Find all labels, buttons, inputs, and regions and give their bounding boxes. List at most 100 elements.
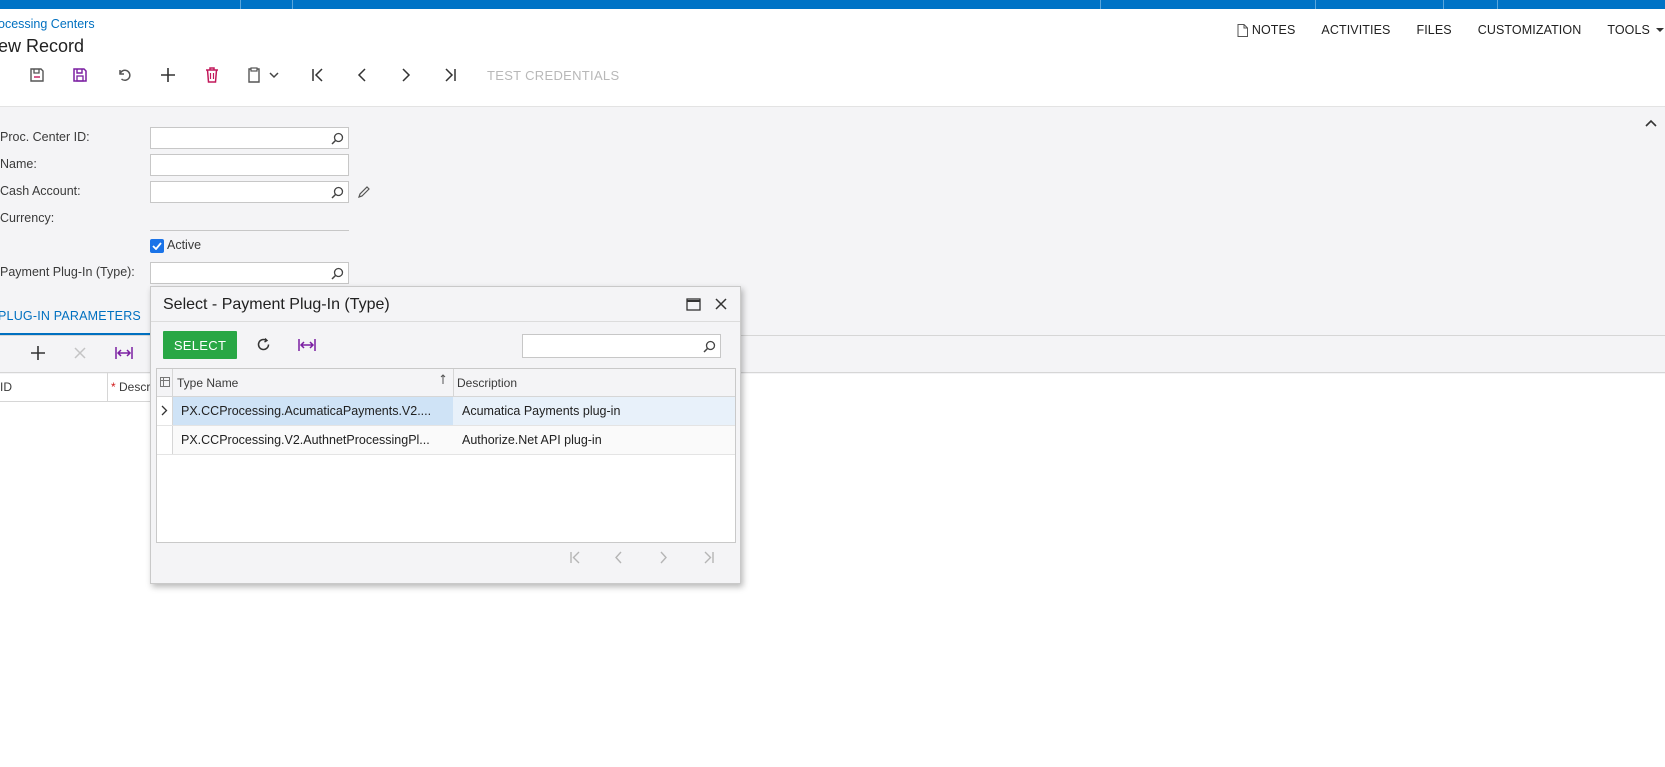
next-record-button[interactable] bbox=[393, 62, 419, 88]
test-credentials-button[interactable]: TEST CREDENTIALS bbox=[487, 68, 619, 83]
fit-width-icon bbox=[115, 347, 133, 359]
search-icon[interactable] bbox=[331, 132, 344, 145]
dialog-header-divider bbox=[151, 321, 740, 322]
column-divider bbox=[107, 373, 108, 402]
column-header-description-label: Descri bbox=[119, 380, 154, 394]
nav-separator bbox=[292, 0, 293, 9]
chevron-down-icon bbox=[269, 71, 279, 78]
copy-paste-button[interactable] bbox=[243, 62, 283, 88]
pager-previous-button[interactable] bbox=[614, 551, 623, 567]
add-record-button[interactable] bbox=[155, 62, 181, 88]
last-record-button[interactable] bbox=[437, 62, 463, 88]
row-description[interactable]: Authorize.Net API plug-in bbox=[453, 426, 735, 454]
plus-icon bbox=[31, 346, 45, 360]
active-label[interactable]: Active bbox=[167, 238, 201, 252]
column-divider bbox=[453, 369, 454, 397]
row-selector[interactable] bbox=[157, 397, 173, 425]
chevron-up-icon bbox=[1645, 119, 1657, 127]
row-selector[interactable] bbox=[157, 426, 173, 454]
search-icon[interactable] bbox=[331, 267, 344, 280]
chevron-right-icon bbox=[161, 405, 168, 416]
chevron-right-icon bbox=[402, 68, 411, 82]
column-header-description[interactable]: Description bbox=[457, 376, 517, 390]
chevron-left-icon bbox=[615, 551, 622, 564]
refresh-grid-button[interactable] bbox=[0, 345, 2, 364]
first-icon bbox=[312, 68, 323, 82]
select-button[interactable]: SELECT bbox=[163, 331, 237, 359]
cash-account-label: Cash Account: bbox=[0, 184, 81, 198]
active-checkbox[interactable] bbox=[150, 239, 164, 253]
required-asterisk: * bbox=[111, 380, 116, 394]
table-row[interactable]: PX.CCProcessing.V2.AuthnetProcessingPl..… bbox=[157, 426, 735, 455]
cancel-button[interactable] bbox=[111, 62, 137, 88]
main-toolbar: TEST CREDENTIALS bbox=[0, 62, 700, 88]
pencil-icon[interactable] bbox=[357, 185, 371, 199]
previous-record-button[interactable] bbox=[349, 62, 375, 88]
column-header-id[interactable]: ID bbox=[0, 380, 12, 394]
maximize-button[interactable] bbox=[686, 298, 701, 314]
column-settings-button[interactable] bbox=[157, 369, 173, 397]
table-row[interactable]: PX.CCProcessing.AcumaticaPayments.V2....… bbox=[157, 397, 735, 426]
activities-label: ACTIVITIES bbox=[1321, 23, 1391, 37]
chevron-left-icon bbox=[357, 68, 366, 82]
grid-header-row: Type Name Description bbox=[157, 369, 735, 397]
activities-button[interactable]: ACTIVITIES bbox=[1308, 21, 1403, 39]
nav-separator bbox=[1443, 0, 1444, 9]
save-close-icon bbox=[30, 68, 44, 82]
sort-ascending-icon bbox=[440, 374, 446, 384]
breadcrumb[interactable]: ocessing Centers bbox=[0, 17, 95, 31]
proc-center-id-label: Proc. Center ID: bbox=[0, 130, 90, 144]
refresh-button[interactable] bbox=[256, 337, 271, 355]
row-type-name[interactable]: PX.CCProcessing.AcumaticaPayments.V2.... bbox=[173, 397, 453, 425]
dialog-search-input[interactable] bbox=[522, 334, 721, 358]
currency-label: Currency: bbox=[0, 211, 55, 225]
cash-account-field[interactable] bbox=[150, 181, 349, 203]
refresh-icon bbox=[257, 338, 270, 351]
nav-separator bbox=[240, 0, 241, 9]
row-type-name[interactable]: PX.CCProcessing.V2.AuthnetProcessingPl..… bbox=[173, 426, 453, 454]
last-page-icon bbox=[704, 551, 714, 564]
grid-header: ID * Descri bbox=[0, 373, 160, 402]
collapse-button[interactable] bbox=[1645, 115, 1657, 130]
search-icon[interactable] bbox=[703, 340, 716, 353]
nav-separator bbox=[1100, 0, 1101, 9]
column-settings-icon bbox=[160, 377, 170, 387]
column-header-description[interactable]: * Descri bbox=[111, 380, 153, 394]
save-and-close-button[interactable] bbox=[24, 62, 50, 88]
fit-columns-button[interactable] bbox=[298, 338, 316, 355]
tab-plugin-parameters[interactable]: PLUG-IN PARAMETERS bbox=[0, 309, 141, 323]
top-menu: NOTES ACTIVITIES FILES CUSTOMIZATION TOO… bbox=[1224, 21, 1665, 39]
column-header-type-name[interactable]: Type Name bbox=[177, 376, 238, 390]
plugin-type-grid: Type Name Description PX.CCProcessing.Ac… bbox=[156, 368, 736, 543]
payment-plugin-type-field[interactable] bbox=[150, 262, 349, 284]
checkmark-icon bbox=[152, 242, 162, 250]
fit-columns-button[interactable] bbox=[115, 345, 133, 364]
plus-icon bbox=[161, 68, 175, 82]
notes-label: NOTES bbox=[1251, 23, 1296, 37]
tools-button[interactable]: TOOLS bbox=[1594, 21, 1665, 39]
nav-separator bbox=[1315, 0, 1316, 9]
customization-button[interactable]: CUSTOMIZATION bbox=[1465, 21, 1595, 39]
payment-plugin-type-label: Payment Plug-In (Type): bbox=[0, 265, 135, 279]
files-button[interactable]: FILES bbox=[1403, 21, 1464, 39]
search-icon[interactable] bbox=[331, 186, 344, 199]
caret-down-icon bbox=[1656, 28, 1664, 32]
pager-last-button[interactable] bbox=[702, 551, 715, 567]
pager-next-button[interactable] bbox=[659, 551, 668, 567]
save-button[interactable] bbox=[67, 62, 93, 88]
first-record-button[interactable] bbox=[305, 62, 331, 88]
select-plugin-dialog: Select - Payment Plug-In (Type) SELECT T… bbox=[150, 286, 741, 584]
files-label: FILES bbox=[1416, 23, 1452, 37]
add-row-button[interactable] bbox=[30, 345, 46, 364]
pager-first-button[interactable] bbox=[569, 551, 582, 567]
name-field[interactable] bbox=[150, 154, 349, 176]
page-title: ew Record bbox=[0, 36, 85, 56]
delete-row-button[interactable] bbox=[73, 345, 87, 364]
toolbar-clipped-button[interactable] bbox=[0, 62, 4, 88]
proc-center-id-field[interactable] bbox=[150, 127, 349, 149]
row-description[interactable]: Acumatica Payments plug-in bbox=[453, 397, 735, 425]
tools-label: TOOLS bbox=[1607, 23, 1650, 37]
close-dialog-button[interactable] bbox=[714, 297, 728, 314]
delete-button[interactable] bbox=[199, 62, 225, 88]
notes-button[interactable]: NOTES bbox=[1224, 21, 1309, 39]
